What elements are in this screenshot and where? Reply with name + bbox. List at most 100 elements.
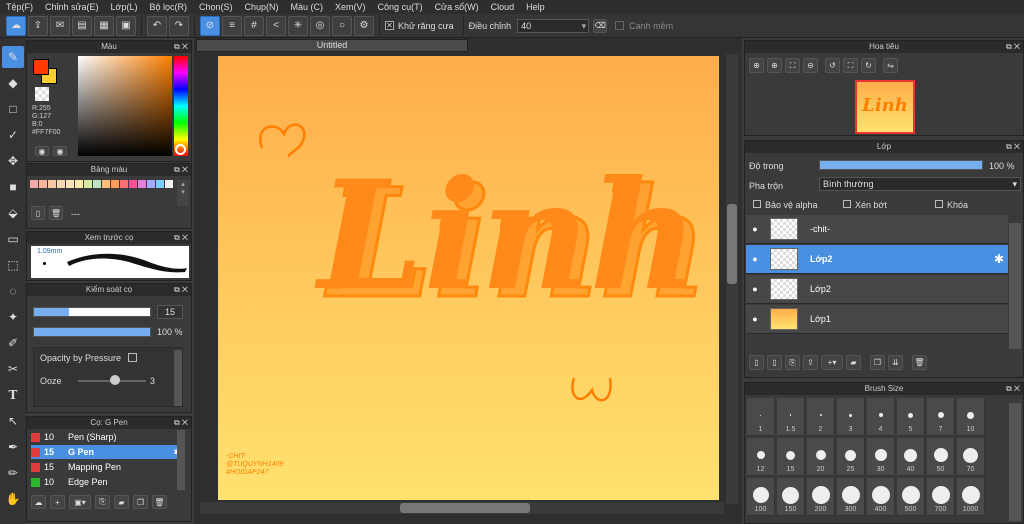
brush-size-cell[interactable]: 1000 — [957, 478, 985, 516]
eye-icon[interactable]: ● — [746, 254, 764, 264]
brush-size-cell[interactable]: 7 — [927, 398, 955, 436]
bucket-icon[interactable]: ⬙ — [2, 202, 24, 224]
close-icon[interactable]: ⧉ ✕ — [1006, 383, 1020, 395]
palette-swatch[interactable] — [30, 180, 38, 188]
close-icon[interactable]: ⧉ ✕ — [174, 284, 188, 296]
brush-size-cell[interactable]: 1.5 — [777, 398, 805, 436]
circle-snap-icon[interactable]: ◎ — [310, 15, 330, 36]
menu-filter[interactable]: Bộ lọc(R) — [143, 2, 193, 12]
brush-size-cell[interactable]: 700 — [927, 478, 955, 516]
layers-icon[interactable]: ▣ — [116, 15, 136, 36]
close-icon[interactable]: ⧉ ✕ — [1006, 41, 1020, 53]
menu-tools[interactable]: Công cụ(T) — [372, 2, 429, 12]
new-layer-icon[interactable]: ▯ — [749, 355, 764, 370]
rotate-left-icon[interactable]: ↺ — [825, 58, 840, 73]
fullscreen-icon[interactable]: ⛶ — [843, 58, 858, 73]
duplicate-icon[interactable]: ❐ — [870, 355, 885, 370]
horizontal-scroll-thumb[interactable] — [400, 503, 530, 513]
menu-select[interactable]: Chọn(S) — [193, 2, 239, 12]
trash-icon[interactable]: 🗑 — [152, 495, 167, 509]
fill-rect-icon[interactable]: ■ — [2, 176, 24, 198]
radial-snap-icon[interactable]: ✳ — [288, 15, 308, 36]
settings-icon[interactable]: ⚙ — [354, 15, 374, 36]
horizontal-scrollbar[interactable] — [200, 502, 724, 514]
palette-swatch[interactable] — [156, 180, 164, 188]
operation-icon[interactable]: ↖ — [2, 410, 24, 432]
trash-icon[interactable]: 🗑 — [912, 355, 927, 370]
palette-swatch[interactable] — [129, 180, 137, 188]
palette-swatch[interactable] — [138, 180, 146, 188]
menu-color[interactable]: Màu (C) — [285, 2, 330, 12]
palette-swatch[interactable] — [48, 180, 56, 188]
vertical-scroll-thumb[interactable] — [727, 204, 737, 284]
brush-size-cell[interactable]: 40 — [897, 438, 925, 476]
protect-alpha-checkbox[interactable] — [753, 200, 761, 208]
menu-window[interactable]: Cửa sổ(W) — [429, 2, 485, 12]
trash-icon[interactable]: 🗑 — [49, 206, 63, 220]
brush-size-scrollbar[interactable] — [1009, 403, 1021, 521]
undo-icon[interactable]: ↶ — [147, 15, 167, 36]
brush-item[interactable]: 10 Pen (Sharp) — [31, 430, 185, 444]
layer-row-selected[interactable]: ● Lớp2 ✱ — [746, 245, 1008, 274]
brush-cloud-icon[interactable]: ☁ — [31, 495, 46, 509]
zoom-in-icon[interactable]: ⊕ — [749, 58, 764, 73]
brush-size-cell[interactable]: 3 — [837, 398, 865, 436]
palette-swatch[interactable] — [102, 180, 110, 188]
brush-size-cell[interactable]: 10 — [957, 398, 985, 436]
brush-size-cell[interactable]: 400 — [867, 478, 895, 516]
brush-item[interactable]: 10 Edge Pen — [31, 475, 185, 489]
close-icon[interactable]: ⧉ ✕ — [174, 417, 188, 429]
palette-swatch[interactable] — [111, 180, 119, 188]
document-tab[interactable]: Untitled — [196, 39, 468, 52]
text-icon[interactable]: T — [2, 384, 24, 406]
brush-size-cell[interactable]: 100 — [747, 478, 775, 516]
flip-icon[interactable]: ⇋ — [883, 58, 898, 73]
import-layer-icon[interactable]: ⇪ — [803, 355, 818, 370]
move-icon[interactable]: ✥ — [2, 150, 24, 172]
curve-snap-icon[interactable]: ○ — [332, 15, 352, 36]
export-icon[interactable]: ⇪ — [28, 15, 48, 36]
brush-size-cell[interactable]: 2 — [807, 398, 835, 436]
close-icon[interactable]: ⧉ ✕ — [174, 164, 188, 176]
clipping-checkbox[interactable] — [843, 200, 851, 208]
foreground-color-swatch[interactable] — [33, 59, 49, 75]
brush-size-cell[interactable]: 300 — [837, 478, 865, 516]
no-snap-icon[interactable]: ⊘ — [200, 15, 220, 36]
menu-help[interactable]: Help — [520, 2, 551, 12]
brush-size-cell[interactable]: 200 — [807, 478, 835, 516]
brush-item-selected[interactable]: 15G Pen✱ — [31, 445, 185, 459]
eraser-icon[interactable]: ◆ — [2, 72, 24, 94]
gear-icon[interactable]: ✱ — [994, 252, 1004, 266]
cloud-icon[interactable]: ☁ — [6, 15, 26, 36]
new-layer-alt-icon[interactable]: ▯ — [767, 355, 782, 370]
brush-list-scrollbar[interactable] — [177, 430, 185, 490]
blend-mode-select[interactable]: Bình thường ▾ — [819, 177, 1021, 191]
close-icon[interactable]: ⧉ ✕ — [174, 41, 188, 53]
copy-color-button[interactable]: ◉ — [35, 146, 49, 156]
palette-swatch[interactable] — [93, 180, 101, 188]
brush-add-icon[interactable]: + — [50, 495, 65, 509]
select-rect-icon[interactable]: ⬚ — [2, 254, 24, 276]
close-icon[interactable]: ⧉ ✕ — [1006, 141, 1020, 153]
brush-icon[interactable]: ✎ — [2, 46, 24, 68]
brush-opacity-slider[interactable] — [33, 327, 151, 337]
hue-slider[interactable] — [174, 56, 188, 156]
rotate-right-icon[interactable]: ↻ — [861, 58, 876, 73]
close-icon[interactable]: ⧉ ✕ — [174, 232, 188, 244]
copy-layer-icon[interactable]: ⎘ — [785, 355, 800, 370]
select-pen-icon[interactable]: ✐ — [2, 332, 24, 354]
palette-swatch[interactable] — [57, 180, 65, 188]
check-icon[interactable]: ✓ — [2, 124, 24, 146]
brush-copy-icon[interactable]: ⎘ — [95, 495, 110, 509]
document-icon[interactable]: ▤ — [72, 15, 92, 36]
smooth-checkbox[interactable] — [615, 21, 625, 30]
palette-swatch[interactable] — [39, 180, 47, 188]
menu-edit[interactable]: Chỉnh sửa(E) — [39, 2, 105, 12]
brush-size-cell[interactable]: 70 — [957, 438, 985, 476]
brush-menu-icon[interactable]: ▣▾ — [69, 495, 91, 509]
folder-icon[interactable]: ▰ — [114, 495, 129, 509]
adjust-select[interactable]: 40 ▾ — [517, 18, 590, 33]
layer-row[interactable]: ● -chit- — [746, 215, 1008, 244]
palette-swatch[interactable] — [66, 180, 74, 188]
merge-icon[interactable]: ⇊ — [888, 355, 903, 370]
